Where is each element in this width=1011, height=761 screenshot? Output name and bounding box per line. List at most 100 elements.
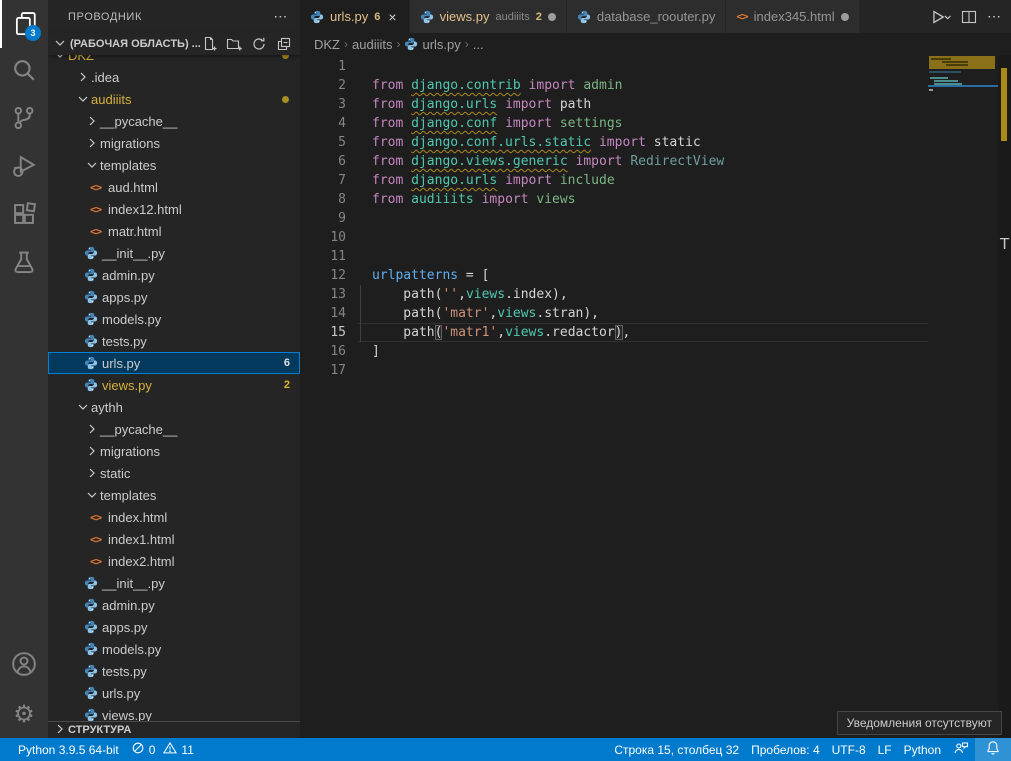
minimap[interactable]	[928, 55, 998, 738]
problems-item[interactable]: 0 11	[125, 738, 200, 761]
collapse-all-icon[interactable]	[276, 36, 292, 52]
tree-item-DKZ[interactable]: DKZ	[48, 55, 300, 66]
more-actions-icon[interactable]: ⋯	[987, 8, 1001, 25]
tree-item-__pycache__[interactable]: __pycache__	[48, 110, 300, 132]
tree-item-templates[interactable]: templates	[48, 484, 300, 506]
line-number[interactable]: 8	[300, 190, 346, 209]
tree-item-__init__.py[interactable]: __init__.py	[48, 572, 300, 594]
settings-button[interactable]: ⚙	[0, 690, 48, 738]
tree-item-aud.html[interactable]: <>aud.html	[48, 176, 300, 198]
tree-item-templates[interactable]: templates	[48, 154, 300, 176]
code-line-6[interactable]: from django.views.generic import Redirec…	[372, 152, 928, 171]
close-icon[interactable]: ×	[386, 9, 398, 25]
code-content[interactable]: from django.contrib import adminfrom dja…	[358, 57, 928, 738]
code-line-8[interactable]: from audiiits import views	[372, 190, 928, 209]
line-number[interactable]: 15	[300, 323, 346, 342]
tree-item-index12.html[interactable]: <>index12.html	[48, 198, 300, 220]
code-line-12[interactable]: urlpatterns = [	[372, 266, 928, 285]
tree-item-views.py[interactable]: views.py2	[48, 374, 300, 396]
code-line-10[interactable]	[372, 228, 928, 247]
tree-item-index.html[interactable]: <>index.html	[48, 506, 300, 528]
line-number[interactable]: 10	[300, 228, 346, 247]
source-control-activity-button[interactable]	[0, 96, 48, 144]
tab-database_roouter.py[interactable]: database_roouter.py	[567, 0, 727, 33]
tree-item-migrations[interactable]: migrations	[48, 440, 300, 462]
outline-section-header[interactable]: СТРУКТУРА	[48, 721, 300, 738]
line-number[interactable]: 12	[300, 266, 346, 285]
code-editor[interactable]: 1234567891011121314151617 from django.co…	[300, 55, 928, 738]
line-number-gutter[interactable]: 1234567891011121314151617	[300, 57, 358, 738]
new-folder-icon[interactable]	[226, 36, 242, 52]
tree-item-views.py[interactable]: views.py	[48, 704, 300, 721]
encoding-item[interactable]: UTF-8	[826, 738, 872, 761]
search-activity-button[interactable]	[0, 48, 48, 96]
eol-item[interactable]: LF	[872, 738, 898, 761]
tab-views.py[interactable]: views.pyaudiiits2	[410, 0, 567, 33]
line-number[interactable]: 16	[300, 342, 346, 361]
testing-activity-button[interactable]	[0, 240, 48, 288]
code-line-1[interactable]	[372, 57, 928, 76]
unsaved-dot-icon[interactable]	[548, 13, 556, 21]
explorer-more-actions-icon[interactable]: ⋯	[273, 8, 288, 25]
tree-item-index1.html[interactable]: <>index1.html	[48, 528, 300, 550]
code-line-16[interactable]: ]	[372, 342, 928, 361]
tree-item-__init__.py[interactable]: __init__.py	[48, 242, 300, 264]
tree-item-models.py[interactable]: models.py	[48, 638, 300, 660]
tree-item-models.py[interactable]: models.py	[48, 308, 300, 330]
new-file-icon[interactable]	[201, 36, 217, 52]
line-number[interactable]: 5	[300, 133, 346, 152]
code-line-14[interactable]: path('matr',views.stran),	[372, 304, 928, 323]
code-line-4[interactable]: from django.conf import settings	[372, 114, 928, 133]
tree-item-audiiits[interactable]: audiiits	[48, 88, 300, 110]
code-line-2[interactable]: from django.contrib import admin	[372, 76, 928, 95]
code-line-13[interactable]: path('',views.index),	[372, 285, 928, 304]
indentation-item[interactable]: Пробелов: 4	[745, 738, 826, 761]
tree-item-apps.py[interactable]: apps.py	[48, 616, 300, 638]
tree-item-index2.html[interactable]: <>index2.html	[48, 550, 300, 572]
line-number[interactable]: 4	[300, 114, 346, 133]
tree-item-urls.py[interactable]: urls.py	[48, 682, 300, 704]
tree-item-static[interactable]: static	[48, 462, 300, 484]
code-line-17[interactable]	[372, 361, 928, 380]
explorer-activity-button[interactable]: 3	[0, 0, 48, 48]
tree-item-aythh[interactable]: aythh	[48, 396, 300, 418]
overview-ruler-scrollbar[interactable]: T	[998, 55, 1011, 738]
tab-urls.py[interactable]: urls.py6×	[300, 0, 410, 33]
tree-item-tests.py[interactable]: tests.py	[48, 330, 300, 352]
tree-item-migrations[interactable]: migrations	[48, 132, 300, 154]
code-line-11[interactable]	[372, 247, 928, 266]
breadcrumb-item-audiiits[interactable]: audiiits	[352, 37, 392, 52]
breadcrumb-item-urls.py[interactable]: urls.py	[404, 37, 460, 52]
feedback-item[interactable]	[947, 738, 975, 761]
tree-item-urls.py[interactable]: urls.py6	[48, 352, 300, 374]
code-line-7[interactable]: from django.urls import include	[372, 171, 928, 190]
breadcrumb-item-DKZ[interactable]: DKZ	[314, 37, 340, 52]
line-number[interactable]: 14	[300, 304, 346, 323]
line-number[interactable]: 3	[300, 95, 346, 114]
cursor-position-item[interactable]: Строка 15, столбец 32	[608, 738, 745, 761]
split-editor-icon[interactable]	[961, 9, 977, 25]
code-line-15[interactable]: path('matr1',views.redactor),	[372, 323, 928, 342]
code-line-5[interactable]: from django.conf.urls.static import stat…	[372, 133, 928, 152]
unsaved-dot-icon[interactable]	[841, 13, 849, 21]
line-number[interactable]: 11	[300, 247, 346, 266]
tree-item-apps.py[interactable]: apps.py	[48, 286, 300, 308]
run-debug-activity-button[interactable]	[0, 144, 48, 192]
language-mode-item[interactable]: Python	[898, 738, 947, 761]
line-number[interactable]: 13	[300, 285, 346, 304]
refresh-icon[interactable]	[251, 36, 267, 52]
python-interpreter-item[interactable]: Python 3.9.5 64-bit	[12, 738, 125, 761]
notifications-bell-item[interactable]	[975, 738, 1011, 761]
tab-index345.html[interactable]: <>index345.html	[726, 0, 859, 33]
line-number[interactable]: 1	[300, 57, 346, 76]
code-line-3[interactable]: from django.urls import path	[372, 95, 928, 114]
breadcrumb-item-...[interactable]: ...	[473, 37, 484, 52]
tree-item-admin.py[interactable]: admin.py	[48, 594, 300, 616]
tree-item-admin.py[interactable]: admin.py	[48, 264, 300, 286]
tree-item-__pycache__[interactable]: __pycache__	[48, 418, 300, 440]
run-button[interactable]	[929, 6, 951, 28]
line-number[interactable]: 17	[300, 361, 346, 380]
code-line-9[interactable]	[372, 209, 928, 228]
tree-item-matr.html[interactable]: <>matr.html	[48, 220, 300, 242]
line-number[interactable]: 7	[300, 171, 346, 190]
